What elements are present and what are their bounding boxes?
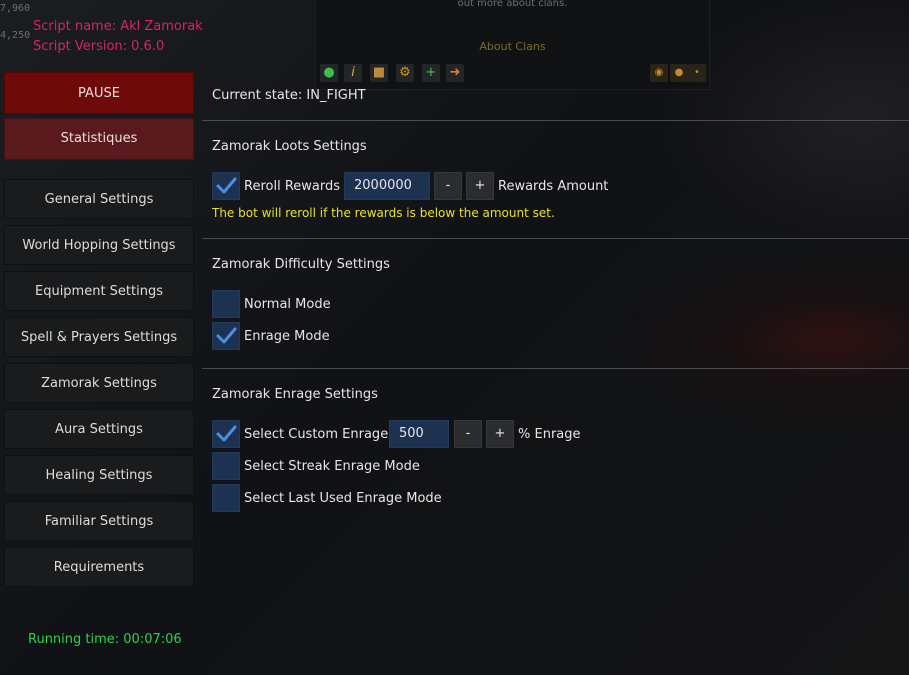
- sidebar-item-zamorak-settings[interactable]: Zamorak Settings: [4, 363, 194, 403]
- last-used-enrage-label: Select Last Used Enrage Mode: [244, 491, 442, 506]
- script-name: Script name: Akl Zamorak: [33, 19, 203, 34]
- rewards-amount-decrement-button[interactable]: -: [434, 172, 462, 200]
- custom-enrage-checkbox[interactable]: [212, 420, 240, 448]
- normal-mode-label: Normal Mode: [244, 297, 331, 312]
- sidebar-item-spell-prayers-settings[interactable]: Spell & Prayers Settings: [4, 317, 194, 357]
- settings-panel: Current state: IN_FIGHT Zamorak Loots Se…: [200, 0, 909, 675]
- reroll-rewards-label: Reroll Rewards: [244, 179, 341, 194]
- sidebar-item-world-hopping-settings[interactable]: World Hopping Settings: [4, 225, 194, 265]
- background-stat: 7,960: [0, 3, 31, 14]
- section-title-enrage: Zamorak Enrage Settings: [212, 387, 378, 402]
- section-title-difficulty: Zamorak Difficulty Settings: [212, 257, 390, 272]
- background-stat: 4,250: [0, 30, 31, 41]
- rewards-amount-increment-button[interactable]: +: [466, 172, 494, 200]
- sidebar-item-aura-settings[interactable]: Aura Settings: [4, 409, 194, 449]
- checkmark-icon: [216, 327, 237, 344]
- checkmark-icon: [216, 177, 237, 194]
- normal-mode-checkbox[interactable]: [212, 290, 240, 318]
- running-time: Running time: 00:07:06: [28, 632, 182, 647]
- rewards-amount-input[interactable]: 2000000: [344, 172, 430, 200]
- checkmark-icon: [216, 425, 237, 442]
- sidebar-item-equipment-settings[interactable]: Equipment Settings: [4, 271, 194, 311]
- enrage-percent-label: % Enrage: [518, 427, 581, 442]
- custom-enrage-label: Select Custom Enrage: [244, 427, 389, 442]
- pause-button[interactable]: PAUSE: [4, 72, 194, 114]
- last-used-enrage-checkbox[interactable]: [212, 484, 240, 512]
- sidebar-item-familiar-settings[interactable]: Familiar Settings: [4, 501, 194, 541]
- sidebar-item-general-settings[interactable]: General Settings: [4, 179, 194, 219]
- streak-enrage-checkbox[interactable]: [212, 452, 240, 480]
- current-state: Current state: IN_FIGHT: [212, 88, 366, 103]
- section-title-loots: Zamorak Loots Settings: [212, 139, 367, 154]
- enrage-value-input[interactable]: 500: [389, 420, 449, 448]
- rewards-amount-label: Rewards Amount: [498, 179, 609, 194]
- divider: [202, 368, 909, 369]
- sidebar-item-requirements[interactable]: Requirements: [4, 547, 194, 587]
- enrage-decrement-button[interactable]: -: [454, 420, 482, 448]
- script-version: Script Version: 0.6.0: [33, 39, 165, 54]
- divider: [202, 120, 909, 121]
- enrage-increment-button[interactable]: +: [486, 420, 514, 448]
- reroll-hint: The bot will reroll if the rewards is be…: [212, 206, 555, 220]
- statistics-button[interactable]: Statistiques: [4, 118, 194, 160]
- streak-enrage-label: Select Streak Enrage Mode: [244, 459, 420, 474]
- enrage-mode-checkbox[interactable]: [212, 322, 240, 350]
- sidebar-item-healing-settings[interactable]: Healing Settings: [4, 455, 194, 495]
- enrage-mode-label: Enrage Mode: [244, 329, 330, 344]
- reroll-rewards-checkbox[interactable]: [212, 172, 240, 200]
- divider: [202, 238, 909, 239]
